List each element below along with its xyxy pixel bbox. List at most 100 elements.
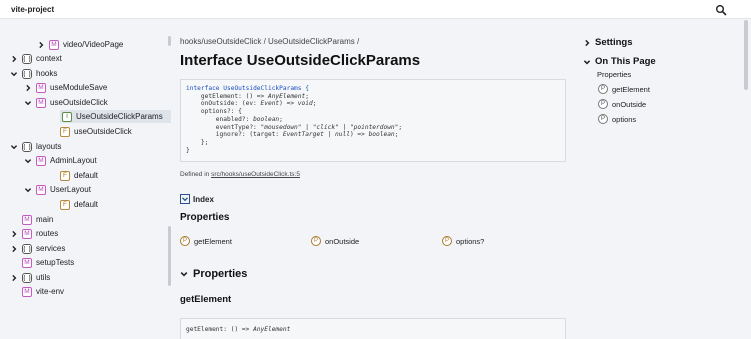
chevron-down-icon[interactable]	[24, 157, 32, 165]
namespace-icon	[22, 53, 32, 64]
sidebar-item[interactable]: MuseModuleSave	[24, 81, 107, 94]
sidebar-item[interactable]: Fdefault	[60, 169, 98, 182]
source-link[interactable]: src/hooks/useOutsideClick.ts:5	[211, 171, 300, 178]
properties-section-toggle[interactable]: Properties	[180, 268, 247, 280]
sidebar-item-label: UserLayout	[50, 185, 91, 194]
sidebar-item-label: utils	[36, 273, 51, 282]
toc-properties[interactable]: Properties	[597, 70, 631, 79]
index-properties-heading: Properties	[180, 212, 230, 223]
property-icon: P	[598, 114, 608, 124]
namespace-icon	[22, 272, 32, 283]
module-icon: M	[36, 82, 46, 93]
chevron-down-icon[interactable]	[10, 70, 18, 78]
chevron-down-icon	[180, 270, 189, 279]
sidebar-item-label: layouts	[36, 142, 62, 151]
module-icon: M	[22, 257, 32, 268]
page-scrollbar[interactable]	[744, 20, 748, 90]
sidebar-item[interactable]: services	[10, 242, 65, 255]
sidebar-item-label: useOutsideClick	[50, 98, 108, 107]
page-title: Interface UseOutsideClickParams	[180, 52, 421, 69]
member-signature: getElement: () => AnyElement	[180, 318, 566, 339]
sidebar-item-label: setupTests	[36, 258, 75, 267]
chevron-right-icon[interactable]	[37, 41, 45, 49]
sidebar-item[interactable]: M UserLayout	[24, 183, 91, 196]
chevron-right-icon[interactable]	[10, 55, 18, 63]
index-toggle[interactable]: Index	[180, 194, 214, 204]
sidebar-nav: Mvideo/VideoPage context hooks MuseModuleSa…	[0, 32, 171, 339]
breadcrumb-item[interactable]: hooks/useOutsideClick	[180, 37, 261, 46]
module-icon: M	[36, 97, 46, 108]
sidebar-item[interactable]: M AdminLayout	[24, 154, 97, 167]
sidebar-item-label: services	[36, 244, 66, 253]
sidebar-item-label: AdminLayout	[50, 156, 97, 165]
breadcrumb: hooks/useOutsideClick / UseOutsideClickP…	[180, 37, 360, 46]
chevron-right-icon[interactable]	[10, 274, 18, 282]
index-property-link[interactable]: Poptions?	[442, 236, 484, 246]
module-icon: M	[36, 184, 46, 195]
sidebar-item[interactable]: layouts	[10, 140, 61, 153]
sidebar-item[interactable]: utils	[10, 271, 50, 284]
sidebar-item[interactable]: Mroutes	[10, 227, 58, 240]
settings-toggle[interactable]: Settings	[583, 37, 632, 48]
module-icon: M	[22, 214, 32, 225]
namespace-icon	[22, 141, 32, 152]
properties-section-title: Properties	[193, 268, 248, 280]
sidebar-item-label: default	[74, 171, 99, 180]
property-icon: P	[180, 236, 190, 246]
sidebar-item[interactable]: Mvite-env	[22, 285, 64, 298]
chevron-right-icon[interactable]	[10, 245, 18, 253]
sidebar-item-label: useOutsideClick	[74, 127, 132, 136]
defined-in: Defined in src/hooks/useOutsideClick.ts:…	[180, 171, 300, 178]
chevron-down-icon[interactable]	[24, 186, 32, 194]
sidebar-scrollbar-thumb[interactable]	[168, 226, 171, 286]
property-icon: P	[598, 84, 608, 94]
function-icon: F	[60, 199, 70, 210]
sidebar-item-label: video/VideoPage	[63, 40, 124, 49]
index-property-link[interactable]: PonOutside	[311, 236, 359, 246]
interface-icon: I	[62, 111, 72, 122]
sidebar-item[interactable]: Fdefault	[60, 198, 98, 211]
sidebar-item[interactable]: context	[10, 52, 62, 65]
sidebar-item[interactable]: MsetupTests	[22, 256, 74, 269]
sidebar-item[interactable]: Mvideo/VideoPage	[37, 38, 123, 51]
index-property-link[interactable]: PgetElement	[180, 236, 232, 246]
chevron-right-icon[interactable]	[10, 230, 18, 238]
sidebar-item-label: hooks	[36, 69, 58, 78]
function-icon: F	[60, 126, 70, 137]
chevron-down-icon[interactable]	[180, 194, 190, 204]
sidebar-item-label: UseOutsideClickParams	[76, 112, 163, 121]
sidebar-item-label: useModuleSave	[50, 83, 108, 92]
function-icon: F	[60, 170, 70, 181]
toc-item[interactable]: Poptions	[598, 114, 636, 124]
sidebar-item[interactable]: FuseOutsideClick	[60, 125, 132, 138]
module-icon: M	[49, 39, 59, 50]
sidebar-item-label: vite-env	[36, 287, 65, 296]
sidebar-item-label: main	[36, 215, 54, 224]
main-content: hooks/useOutsideClick / UseOutsideClickP…	[180, 32, 570, 339]
module-icon: M	[22, 228, 32, 239]
on-this-page-toggle[interactable]: On This Page	[583, 56, 656, 67]
index-label: Index	[193, 194, 214, 204]
sidebar-item[interactable]: MuseOutsideClick	[24, 96, 108, 109]
property-icon: P	[311, 236, 321, 246]
app-title[interactable]: vite-project	[11, 5, 54, 14]
right-panel: Settings On This Page Properties PgetEle…	[583, 32, 743, 339]
sidebar-item[interactable]: I UseOutsideClickParams	[60, 110, 171, 123]
chevron-down-icon[interactable]	[24, 99, 32, 107]
sidebar-item-label: default	[74, 200, 99, 209]
toc-item[interactable]: PgetElement	[598, 84, 650, 94]
namespace-icon	[22, 243, 32, 254]
toc-item[interactable]: PonOutside	[598, 99, 646, 109]
chevron-down-icon[interactable]	[10, 143, 18, 151]
breadcrumb-item[interactable]: UseOutsideClickParams	[268, 37, 355, 46]
namespace-icon	[22, 68, 32, 79]
interface-signature: interface UseOutsideClickParams { getEle…	[180, 79, 566, 162]
search-icon[interactable]	[715, 3, 727, 16]
sidebar-scrollbar[interactable]	[168, 36, 171, 46]
member-heading: getElement	[180, 294, 232, 305]
property-icon: P	[598, 99, 608, 109]
sidebar-item[interactable]: Mmain	[22, 213, 53, 226]
chevron-right-icon[interactable]	[24, 84, 32, 92]
chevron-down-icon	[583, 58, 591, 66]
sidebar-item[interactable]: hooks	[10, 67, 57, 80]
